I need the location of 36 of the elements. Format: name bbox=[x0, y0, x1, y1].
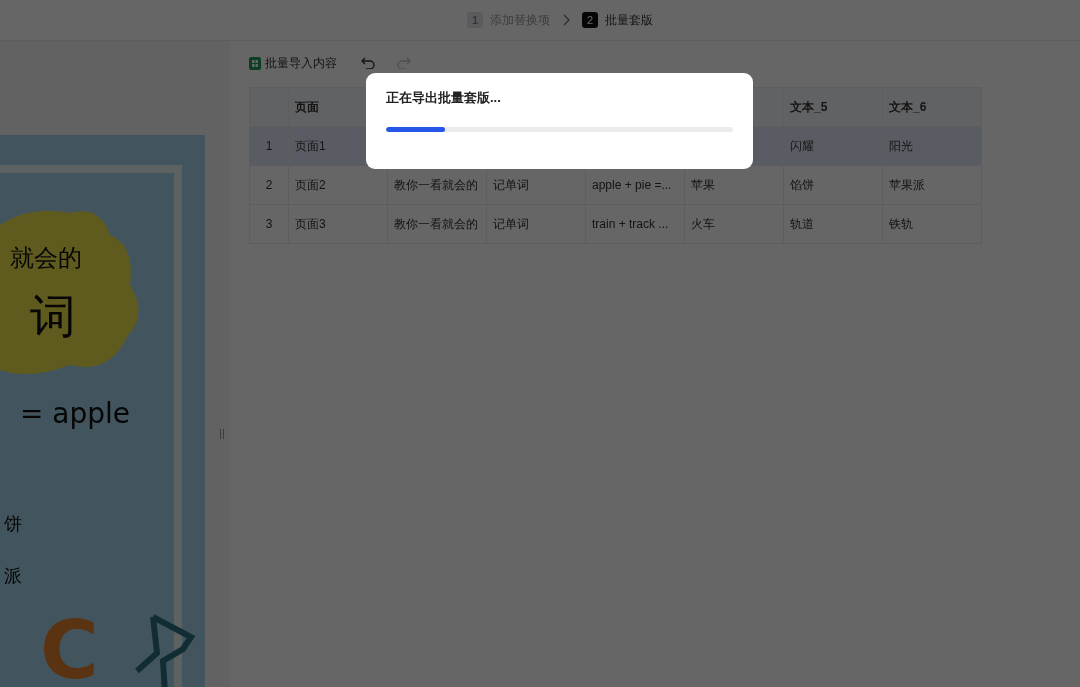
column-header: 页面 bbox=[295, 99, 319, 114]
table-cell: train + track ... bbox=[592, 217, 669, 231]
table-cell: 记单词 bbox=[493, 177, 529, 192]
spreadsheet-icon bbox=[249, 56, 261, 70]
row-number: 3 bbox=[265, 217, 273, 231]
slide-text: 派 bbox=[4, 564, 22, 588]
table-cell: 页面2 bbox=[295, 177, 326, 192]
slide-text: 词 bbox=[30, 288, 76, 345]
table-cell: 闪耀 bbox=[790, 138, 814, 153]
table-cell: 苹果派 bbox=[889, 177, 925, 192]
table-cell: 页面1 bbox=[295, 138, 326, 153]
column-header: 文本_6 bbox=[889, 99, 927, 114]
row-number: 1 bbox=[265, 139, 273, 153]
resize-handle[interactable] bbox=[219, 429, 225, 439]
slide-text: 就会的 bbox=[10, 243, 82, 274]
table-cell: 阳光 bbox=[889, 138, 913, 153]
slide-text: 饼 bbox=[4, 512, 22, 536]
chevron-right-icon bbox=[562, 14, 570, 26]
table-cell: 铁轨 bbox=[889, 216, 913, 231]
table-cell: 轨道 bbox=[790, 216, 814, 231]
table-cell: 馅饼 bbox=[790, 177, 814, 192]
dialog-title: 正在导出批量套版... bbox=[386, 89, 502, 107]
slide-text: C bbox=[40, 611, 99, 687]
table-cell: apple + pie =... bbox=[592, 178, 672, 192]
slide-text: = apple bbox=[20, 397, 131, 430]
table-cell: 火车 bbox=[691, 216, 715, 231]
table-cell: 苹果 bbox=[691, 177, 715, 192]
table-cell: 教你一看就会的 bbox=[394, 216, 478, 231]
import-content-button[interactable]: 批量导入内容 bbox=[249, 54, 337, 72]
row-number: 2 bbox=[265, 178, 273, 192]
step-tab[interactable]: 2 批量套版 bbox=[582, 11, 653, 29]
table-cell: 记单词 bbox=[493, 216, 529, 231]
table-cell: 教你一看就会的 bbox=[394, 177, 478, 192]
column-header: 文本_5 bbox=[790, 99, 828, 114]
table-cell: 页面3 bbox=[295, 216, 326, 231]
table-row[interactable]: 3 页面3 教你一看就会的 记单词 train + track ... 火车 轨道 铁轨 bbox=[249, 204, 982, 244]
